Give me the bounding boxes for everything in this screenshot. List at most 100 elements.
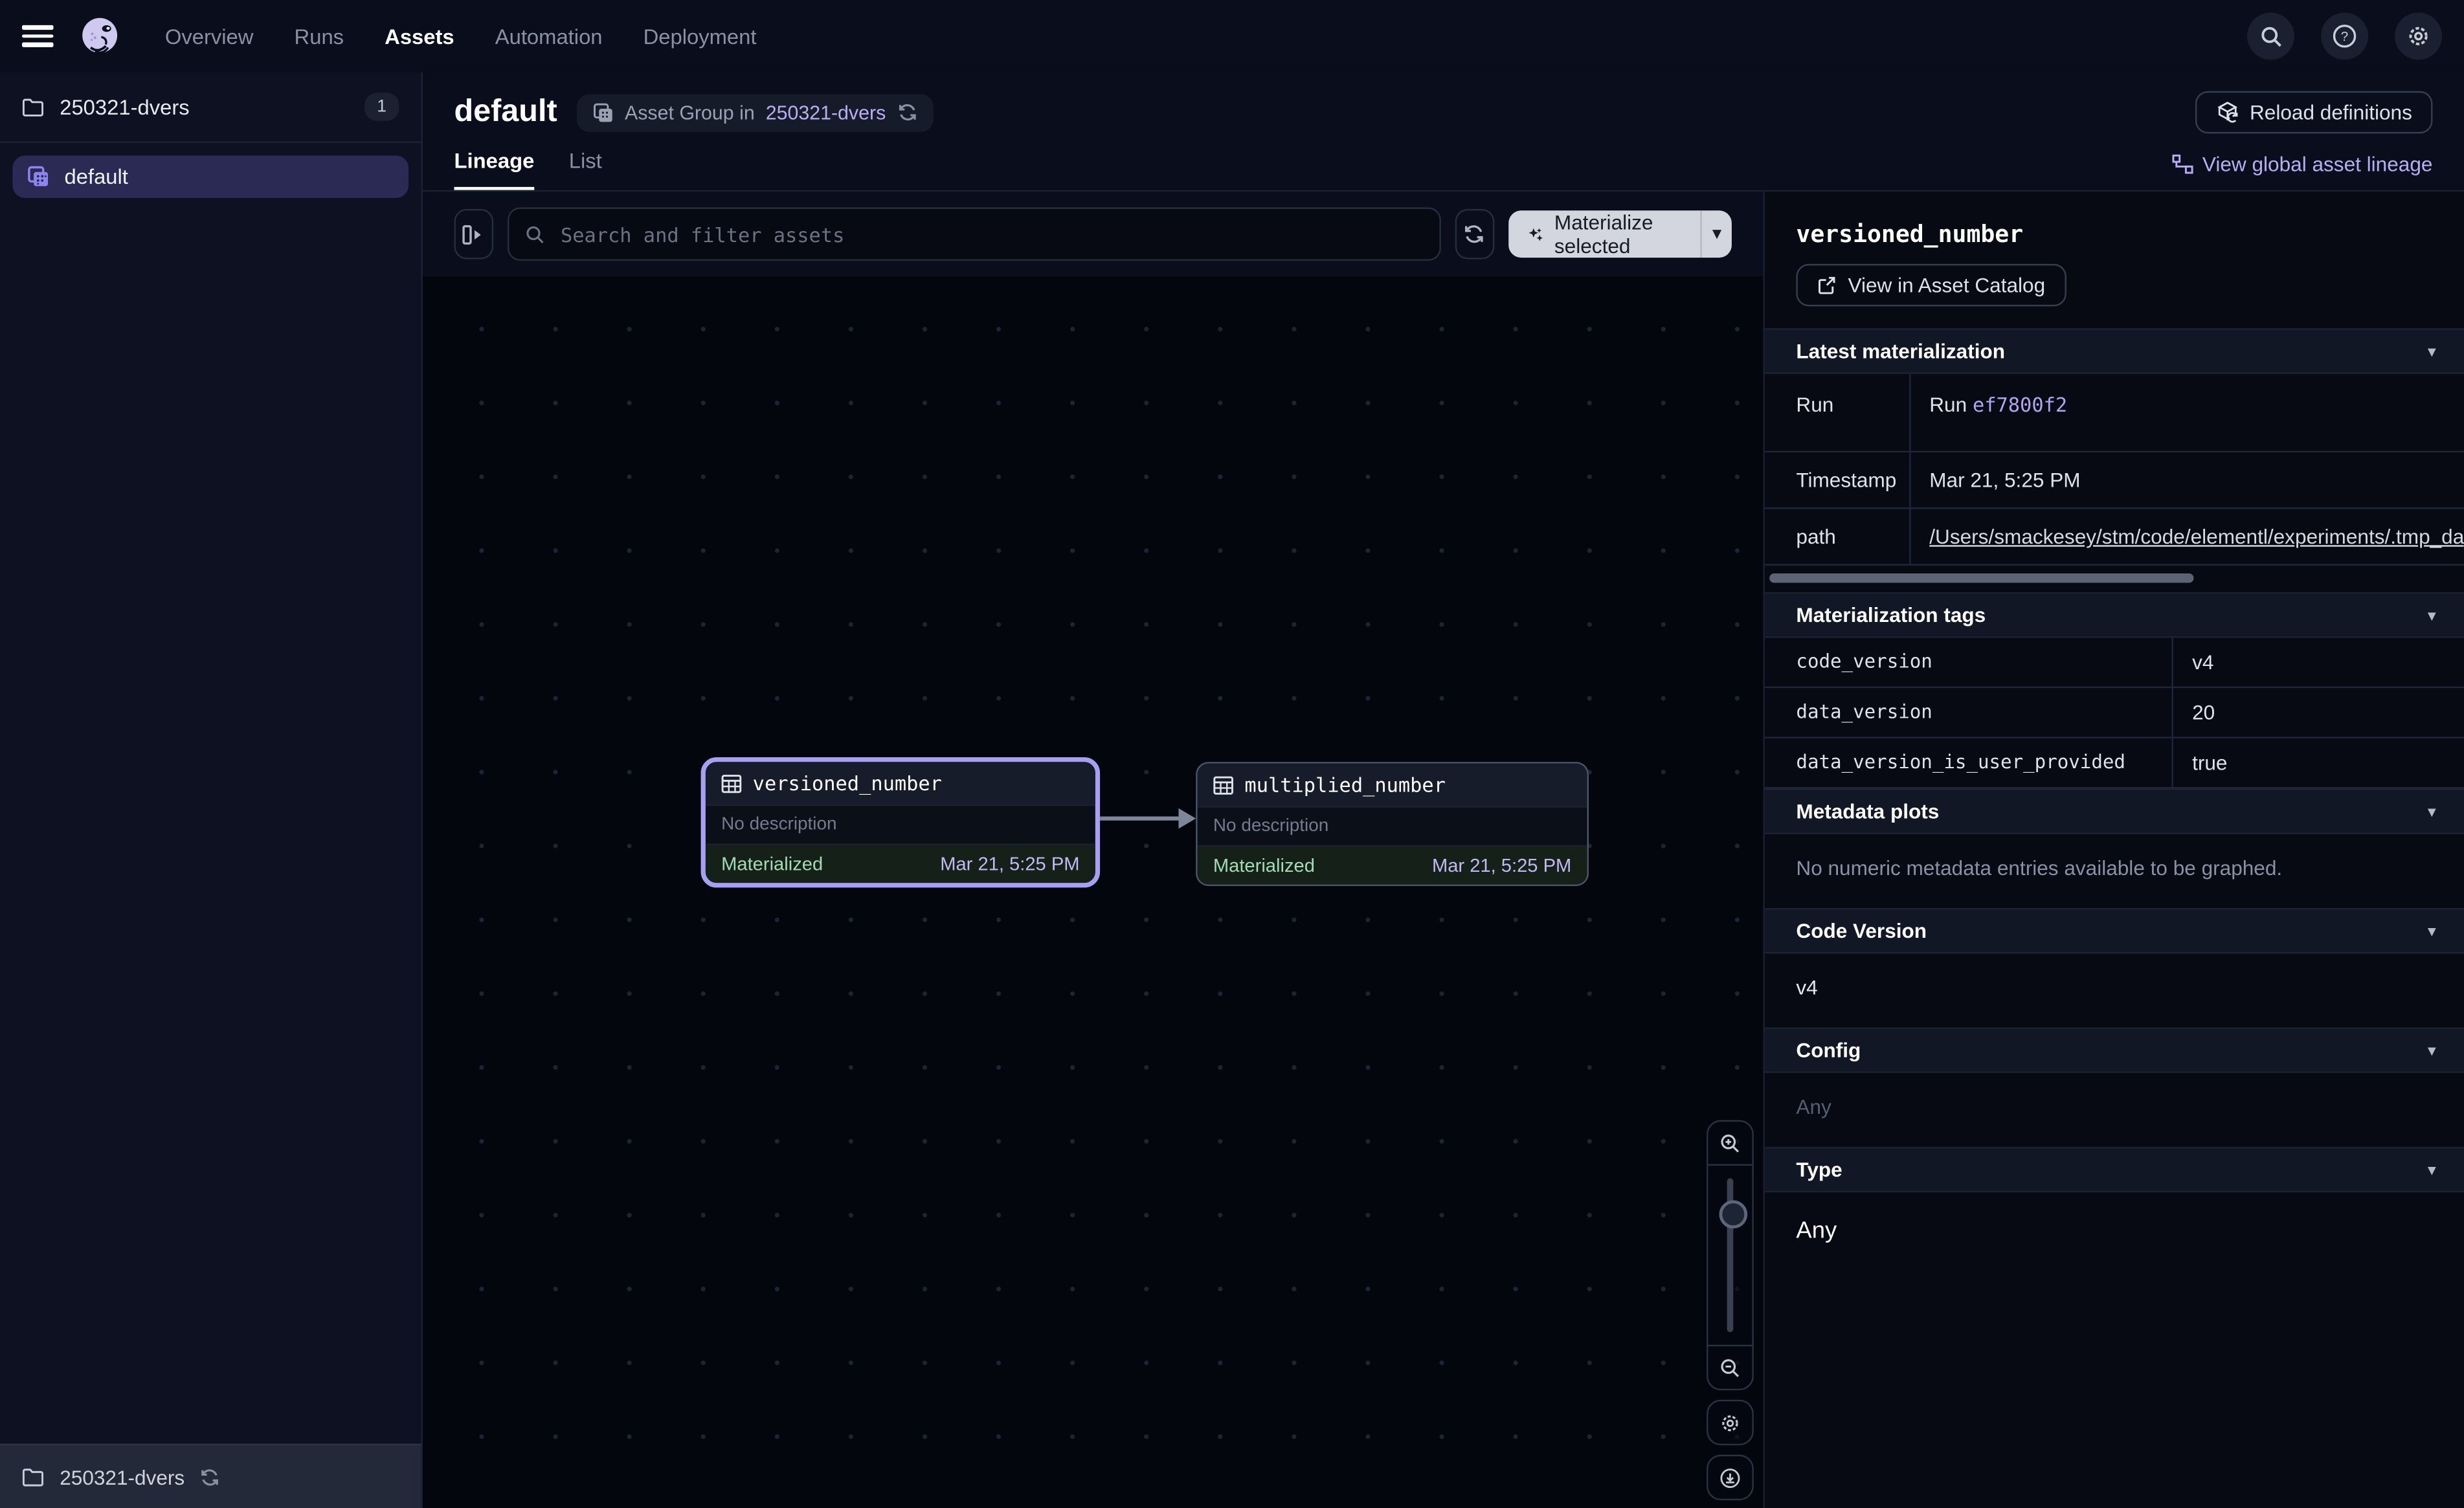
- view-tabs: Lineage List: [454, 150, 601, 190]
- tag-key: data_version: [1765, 687, 2173, 738]
- nav-item-runs[interactable]: Runs: [295, 25, 344, 48]
- run-label: Run: [1765, 374, 1910, 452]
- zoom-slider-knob[interactable]: [1719, 1200, 1747, 1228]
- zoom-out-icon[interactable]: [1708, 1346, 1752, 1389]
- section-metadata-plots[interactable]: Metadata plots ▼: [1765, 789, 2464, 834]
- folder-icon: [22, 1467, 45, 1487]
- nav-items: Overview Runs Assets Automation Deployme…: [165, 25, 757, 48]
- chevron-down-icon: ▼: [2425, 607, 2439, 623]
- horizontal-scrollbar-thumb[interactable]: [1769, 573, 2193, 583]
- sidebar-item-label: default: [65, 165, 128, 188]
- refresh-icon[interactable]: [897, 102, 917, 123]
- nav-item-automation[interactable]: Automation: [495, 25, 603, 48]
- materialize-selected-button: Materialize selected ▼: [1508, 210, 1732, 258]
- zoom-in-icon[interactable]: [1708, 1122, 1752, 1164]
- code-version-value: v4: [1765, 953, 2464, 1027]
- view-in-asset-catalog-button[interactable]: View in Asset Catalog: [1796, 264, 2065, 307]
- materialize-selected-main[interactable]: Materialize selected: [1508, 210, 1701, 258]
- timestamp-label: Timestamp: [1765, 452, 1910, 508]
- materialize-dropdown-caret[interactable]: ▼: [1702, 210, 1732, 258]
- sidebar-group-row[interactable]: 250321-dvers 1: [0, 72, 421, 143]
- zoom-controls: [1708, 1120, 1752, 1500]
- view-in-asset-catalog-label: View in Asset Catalog: [1848, 273, 2046, 296]
- table-row: data_version 20: [1765, 687, 2464, 738]
- lineage-toolbar: Materialize selected ▼: [423, 192, 1763, 276]
- svg-text:?: ?: [2341, 29, 2348, 44]
- asset-node-description: No description: [1198, 806, 1587, 847]
- download-image-icon[interactable]: [1707, 1455, 1754, 1500]
- asset-node-timestamp: Mar 21, 5:25 PM: [1432, 854, 1571, 876]
- hamburger-menu-icon[interactable]: [22, 25, 54, 47]
- sidebar-footer-label: 250321-dvers: [60, 1465, 185, 1488]
- asset-node-name: multiplied_number: [1244, 773, 1446, 796]
- section-materialization-tags[interactable]: Materialization tags ▼: [1765, 592, 2464, 638]
- reload-cube-icon: [2215, 100, 2239, 124]
- asset-search-box: [507, 207, 1440, 261]
- nav-item-assets[interactable]: Assets: [385, 25, 454, 48]
- folder-icon: [22, 96, 45, 117]
- panel-asset-title: versioned_number: [1796, 220, 2432, 249]
- zoom-slider[interactable]: [1708, 1164, 1752, 1347]
- lineage-graph-icon: [2171, 154, 2193, 175]
- asset-group-icon: [27, 165, 50, 188]
- run-id-link[interactable]: ef7800f2: [1973, 393, 2067, 416]
- table-row: path /Users/smackesey/stm/code/elementl/…: [1765, 508, 2464, 564]
- help-icon[interactable]: ?: [2321, 12, 2368, 60]
- toggle-sidebar-panel-icon[interactable]: [454, 209, 493, 260]
- sidebar-footer[interactable]: 250321-dvers: [0, 1444, 421, 1508]
- section-code-version[interactable]: Code Version ▼: [1765, 908, 2464, 953]
- sidebar-group-name: 250321-dvers: [60, 95, 189, 118]
- path-link[interactable]: /Users/smackesey/stm/code/elementl/exper…: [1929, 525, 2464, 548]
- asset-node-status: Materialized: [721, 853, 823, 875]
- asset-groups-sidebar: 250321-dvers 1 default 250321-dvers: [0, 72, 423, 1508]
- asset-node-multiplied-number[interactable]: multiplied_number No description Materia…: [1196, 762, 1589, 886]
- chevron-down-icon: ▼: [2425, 343, 2439, 359]
- asset-group-icon: [592, 102, 614, 124]
- type-value: Any: [1765, 1192, 2464, 1276]
- asset-node-status: Materialized: [1213, 854, 1315, 876]
- sidebar-item-default[interactable]: default: [12, 155, 409, 198]
- asset-node-versioned-number[interactable]: versioned_number No description Material…: [701, 757, 1101, 887]
- section-heading: Materialization tags: [1796, 603, 1986, 626]
- asset-search-input[interactable]: [557, 221, 1423, 247]
- table-icon: [1213, 775, 1234, 794]
- tab-lineage[interactable]: Lineage: [454, 150, 534, 190]
- horizontal-scrollbar: [1768, 573, 2461, 583]
- reload-definitions-button[interactable]: Reload definitions: [2195, 91, 2432, 134]
- chevron-down-icon: ▼: [2425, 923, 2439, 938]
- asset-node-timestamp: Mar 21, 5:25 PM: [940, 853, 1079, 875]
- settings-gear-icon[interactable]: [2395, 12, 2442, 60]
- config-value: Any: [1765, 1073, 2464, 1147]
- section-latest-materialization[interactable]: Latest materialization ▼: [1765, 328, 2464, 373]
- nav-item-overview[interactable]: Overview: [165, 25, 254, 48]
- materialization-tags-table: code_version v4 data_version 20 data_ver…: [1765, 638, 2464, 788]
- badge-group-link[interactable]: 250321-dvers: [766, 102, 886, 124]
- asset-group-badge[interactable]: Asset Group in 250321-dvers: [576, 93, 933, 131]
- refresh-graph-icon[interactable]: [1455, 209, 1494, 260]
- metadata-plots-empty-text: No numeric metadata entries available to…: [1765, 834, 2464, 908]
- external-link-icon: [1817, 275, 1837, 296]
- tag-key: data_version_is_user_provided: [1765, 738, 2173, 788]
- asset-node-description: No description: [706, 804, 1095, 845]
- graph-settings-gear-icon[interactable]: [1707, 1400, 1754, 1445]
- section-type[interactable]: Type ▼: [1765, 1147, 2464, 1192]
- asset-detail-panel: versioned_number View in Asset Catalog L…: [1765, 192, 2464, 1508]
- dagster-logo-icon[interactable]: [78, 15, 121, 58]
- tag-key: code_version: [1765, 638, 2173, 687]
- table-icon: [721, 773, 742, 792]
- nav-item-deployment[interactable]: Deployment: [644, 25, 757, 48]
- latest-materialization-table: Run Run ef7800f2 Timestamp Mar 21, 5:25 …: [1765, 374, 2464, 566]
- section-config[interactable]: Config ▼: [1765, 1027, 2464, 1072]
- badge-prefix: Asset Group in: [625, 102, 755, 124]
- section-heading: Code Version: [1796, 919, 1927, 942]
- lineage-canvas[interactable]: versioned_number No description Material…: [423, 276, 1763, 1508]
- tab-list[interactable]: List: [569, 150, 602, 190]
- tag-value: true: [2173, 738, 2464, 788]
- dagster-app: Overview Runs Assets Automation Deployme…: [0, 0, 2464, 1508]
- section-heading: Config: [1796, 1038, 1861, 1061]
- timestamp-value: Mar 21, 5:25 PM: [1910, 452, 2464, 508]
- refresh-icon[interactable]: [199, 1467, 219, 1487]
- reload-definitions-label: Reload definitions: [2250, 100, 2412, 124]
- search-icon[interactable]: [2247, 12, 2294, 60]
- view-global-asset-lineage-link[interactable]: View global asset lineage: [2171, 152, 2432, 190]
